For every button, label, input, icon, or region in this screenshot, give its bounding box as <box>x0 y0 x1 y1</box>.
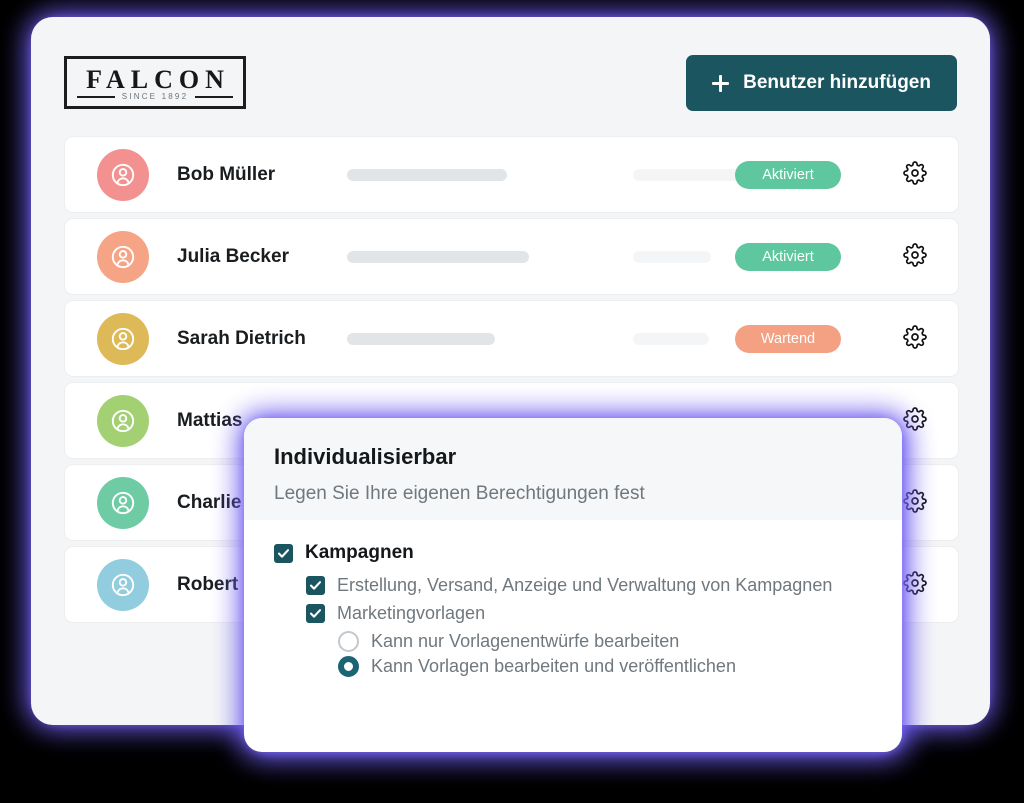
status-badge: Wartend <box>735 324 841 353</box>
permission-item-label: Erstellung, Versand, Anzeige und Verwalt… <box>337 575 833 595</box>
table-row[interactable]: Bob Müller Aktiviert <box>64 136 959 213</box>
permission-items: Erstellung, Versand, Anzeige und Verwalt… <box>274 575 872 624</box>
plus-icon <box>712 74 730 92</box>
avatar <box>97 476 149 529</box>
placeholder-bar-secondary <box>633 332 709 345</box>
permission-radio-option[interactable]: Kann Vorlagen bearbeiten und veröffentli… <box>338 656 872 677</box>
screen: FALCON SINCE 1892 Benutzer hinzufügen Bo… <box>0 0 1024 803</box>
permission-item[interactable]: Erstellung, Versand, Anzeige und Verwalt… <box>306 575 872 596</box>
radio-button-0[interactable] <box>338 631 359 652</box>
falcon-logo: FALCON SINCE 1892 <box>64 56 246 109</box>
permission-radio-group: Kann nur Vorlagenentwürfe bearbeiten Kann… <box>274 631 872 677</box>
placeholder-bar-primary <box>347 250 529 263</box>
add-user-button[interactable]: Benutzer hinzufügen <box>686 55 957 111</box>
avatar <box>97 230 149 283</box>
gear-icon <box>903 243 927 270</box>
table-row[interactable]: Julia Becker Aktiviert <box>64 218 959 295</box>
logo-rule-right <box>195 95 233 98</box>
status-badge: Aktiviert <box>735 160 841 189</box>
logo-wordmark: FALCON <box>86 65 230 94</box>
settings-gear-button[interactable] <box>902 325 928 352</box>
modal-title: Individualisierbar <box>274 444 457 469</box>
modal-header: Individualisierbar Legen Sie Ihre eigene… <box>244 418 902 520</box>
checkbox-kampagnen[interactable] <box>274 543 293 563</box>
user-name: Julia Becker <box>177 245 289 267</box>
settings-gear-button[interactable] <box>902 161 928 188</box>
checkbox-permission-0[interactable] <box>306 576 325 595</box>
placeholder-bar-primary <box>347 168 507 181</box>
permission-item-label: Marketingvorlagen <box>337 603 486 623</box>
permission-radio-option[interactable]: Kann nur Vorlagenentwürfe bearbeiten <box>338 631 872 652</box>
avatar <box>97 394 149 447</box>
placeholder-bar-secondary <box>633 250 711 263</box>
logo-tagline: SINCE 1892 <box>121 92 189 101</box>
add-user-button-label: Benutzer hinzufügen <box>743 72 931 93</box>
permission-radio-label: Kann Vorlagen bearbeiten und veröffentli… <box>371 656 736 676</box>
permission-group-kampagnen[interactable]: Kampagnen <box>274 542 872 564</box>
modal-body: Kampagnen Erstellung, Versand, Anzeige u… <box>244 520 902 677</box>
permission-group-label: Kampagnen <box>305 542 414 563</box>
permission-item[interactable]: Marketingvorlagen <box>306 603 872 624</box>
settings-gear-button[interactable] <box>902 243 928 270</box>
table-row[interactable]: Sarah Dietrich Wartend <box>64 300 959 377</box>
avatar <box>97 148 149 201</box>
placeholder-bar-primary <box>347 332 495 345</box>
user-name: Sarah Dietrich <box>177 327 306 349</box>
user-name: Bob Müller <box>177 163 276 185</box>
avatar <box>97 558 149 611</box>
checkbox-permission-1[interactable] <box>306 604 325 623</box>
gear-icon <box>903 161 927 188</box>
logo-rule-left <box>77 95 115 98</box>
card-header: FALCON SINCE 1892 Benutzer hinzufügen <box>31 17 990 145</box>
gear-icon <box>903 325 927 352</box>
radio-button-1[interactable] <box>338 656 359 677</box>
permission-radio-label: Kann nur Vorlagenentwürfe bearbeiten <box>371 631 680 651</box>
modal-subtitle: Legen Sie Ihre eigenen Berechtigungen fe… <box>274 483 645 504</box>
permissions-modal: Individualisierbar Legen Sie Ihre eigene… <box>244 418 902 752</box>
status-badge: Aktiviert <box>735 242 841 271</box>
logo-tagline-row: SINCE 1892 <box>77 92 233 101</box>
avatar <box>97 312 149 365</box>
